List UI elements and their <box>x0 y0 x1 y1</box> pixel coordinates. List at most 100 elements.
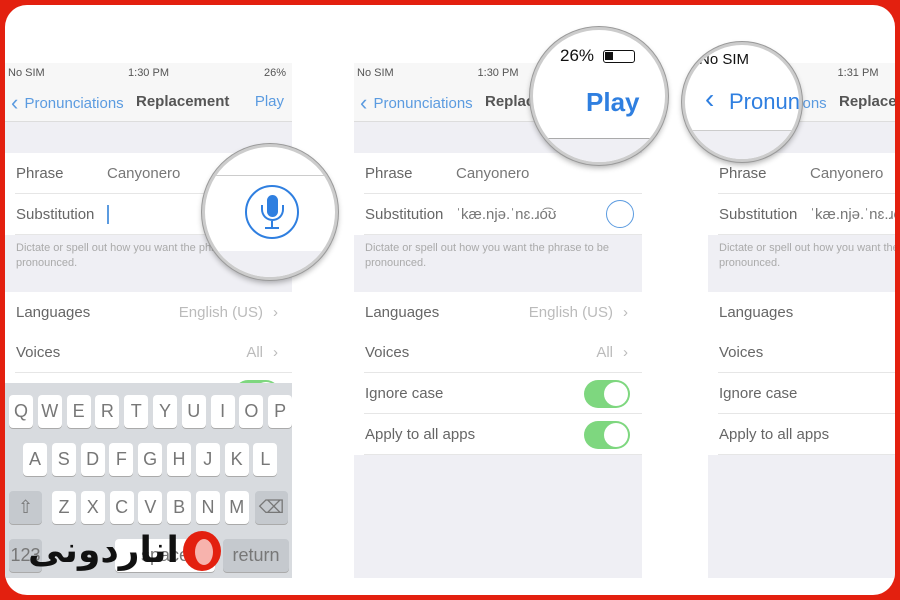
row-label: Phrase <box>16 165 64 182</box>
languages-value: English (US) <box>178 304 263 321</box>
row-label: Voices <box>16 344 61 361</box>
row-value: All › <box>246 344 278 361</box>
logo-text: اناردونی <box>28 530 179 571</box>
microphone-icon[interactable] <box>245 185 299 239</box>
row-substitution[interactable]: Substitution ˈkæ.njə.ˈnɛ.ɹo͡ʊ <box>354 194 642 235</box>
carrier-magnified: No SIM <box>699 51 750 68</box>
key-letter[interactable]: E <box>66 395 91 428</box>
row-languages[interactable]: LanguagesEnglish (US)› <box>708 292 895 333</box>
key-letter[interactable]: U <box>181 395 206 428</box>
row-value[interactable]: Canyonero <box>456 165 529 182</box>
nav-title: Replacement <box>839 93 895 110</box>
row-label: Substitution <box>16 206 95 223</box>
key-letter[interactable]: F <box>109 443 134 476</box>
row-label: Voices <box>719 344 764 361</box>
key-letter[interactable]: X <box>80 491 105 524</box>
row-label: Phrase <box>365 165 413 182</box>
hint-text: Dictate or spell out how you want the ph… <box>365 242 609 269</box>
back-button[interactable]: ‹ Pronunciations <box>360 90 473 115</box>
apply-all-toggle[interactable] <box>584 421 630 449</box>
key-letter[interactable]: Y <box>153 395 177 428</box>
key-letter[interactable]: V <box>138 491 163 524</box>
key-letter[interactable]: B <box>167 491 192 524</box>
text-cursor <box>107 205 109 224</box>
key-letter[interactable]: S <box>51 443 76 476</box>
key-letter[interactable]: N <box>196 491 220 524</box>
hint-text: Dictate or spell out how you want the ph… <box>719 242 895 269</box>
nav-title: Replacement <box>136 93 230 110</box>
delete-key[interactable]: ⌫ <box>255 491 288 524</box>
row-ignore-case[interactable]: Ignore case <box>708 373 895 414</box>
key-letter[interactable]: I <box>210 395 235 428</box>
chevron-right-icon: › <box>623 304 628 321</box>
row-languages[interactable]: Languages English (US) › <box>354 292 642 333</box>
key-letter[interactable]: P <box>268 395 293 428</box>
nav-bar: ‹ Pronunciations Replacement Play <box>5 83 292 122</box>
row-voices[interactable]: Voices› <box>708 332 895 373</box>
row-label: Languages <box>365 304 440 321</box>
status-bar: No SIM1:30 PM26% <box>5 63 292 83</box>
back-label: Pronunciations <box>24 95 124 112</box>
chevron-right-icon: › <box>623 344 628 361</box>
languages-value: English (US) <box>528 304 613 321</box>
key-letter[interactable]: D <box>80 443 105 476</box>
row-label: Apply to all apps <box>719 426 830 443</box>
row-voices[interactable]: Voices All › <box>5 332 292 373</box>
key-letter[interactable]: G <box>138 443 163 476</box>
key-letter[interactable]: Z <box>52 491 76 524</box>
key-letter[interactable]: T <box>124 395 149 428</box>
return-key[interactable]: return <box>223 539 289 572</box>
row-voices[interactable]: Voices All › <box>354 332 642 373</box>
row-label: Phrase <box>719 165 767 182</box>
row-value: English (US) › <box>179 304 278 321</box>
battery: 26% <box>263 67 286 79</box>
magnifier-play: 26% Play <box>530 27 668 165</box>
key-letter[interactable]: R <box>95 395 120 428</box>
play-button-magnified[interactable]: Play <box>586 87 640 118</box>
row-apply-all[interactable]: Apply to all apps <box>708 414 895 455</box>
row-label: Substitution <box>719 206 798 223</box>
frame: No SIM 1:30 PM 26% ‹ Pronunciations Replacem… <box>5 5 895 595</box>
row-value[interactable]: Canyonero <box>810 165 883 182</box>
row-languages[interactable]: Languages English (US) › <box>5 292 292 333</box>
clock: 1:30 PM <box>128 67 169 79</box>
back-button-magnified[interactable]: Pronun <box>729 89 799 115</box>
row-apply-all[interactable]: Apply to all apps <box>354 414 642 455</box>
row-ignore-case[interactable]: Ignore case <box>354 373 642 414</box>
row-label: Languages <box>16 304 91 321</box>
key-letter[interactable]: M <box>224 491 249 524</box>
row-value[interactable]: ˈkæ.njə.ˈnɛ.ɹo͡ʊ <box>456 206 556 223</box>
logo: اناردونی <box>28 530 221 571</box>
chevron-right-icon: › <box>273 344 278 361</box>
back-chevron-icon: ‹ <box>360 90 374 115</box>
key-letter[interactable]: J <box>195 443 220 476</box>
row-label: Substitution <box>365 206 444 223</box>
key-letter[interactable]: H <box>167 443 191 476</box>
shift-key[interactable]: ⇧ <box>9 491 42 524</box>
key-letter[interactable]: L <box>253 443 278 476</box>
row-value: All › <box>596 344 628 361</box>
voices-value: All <box>596 344 613 361</box>
key-letter[interactable]: A <box>23 443 47 476</box>
row-substitution[interactable]: Substitution ˈkæ.njə.ˈnɛ.ɹo͡ʊ <box>708 194 895 235</box>
row-label: Languages <box>719 304 794 321</box>
microphone-icon[interactable] <box>606 200 634 228</box>
row-label: Ignore case <box>719 385 798 402</box>
row-label: Apply to all apps <box>365 426 476 443</box>
play-button[interactable]: Play <box>255 93 284 110</box>
back-chevron-icon: ‹ <box>11 90 25 115</box>
row-label: Ignore case <box>365 385 444 402</box>
row-value[interactable]: Canyonero <box>107 165 180 182</box>
key-letter[interactable]: C <box>109 491 134 524</box>
chevron-right-icon: › <box>273 304 278 321</box>
magnifier-back: No SIM ‹ Pronun <box>682 42 802 162</box>
key-letter[interactable]: K <box>224 443 249 476</box>
row-value[interactable]: ˈkæ.njə.ˈnɛ.ɹo͡ʊ <box>810 206 895 223</box>
key-letter[interactable]: W <box>37 395 62 428</box>
key-letter[interactable]: Q <box>9 395 33 428</box>
key-letter[interactable]: O <box>239 395 264 428</box>
back-button[interactable]: ‹ Pronunciations <box>11 90 124 115</box>
ignore-case-toggle[interactable] <box>584 380 630 408</box>
battery-percent: 26% <box>560 46 595 65</box>
back-chevron-icon[interactable]: ‹ <box>705 83 714 115</box>
